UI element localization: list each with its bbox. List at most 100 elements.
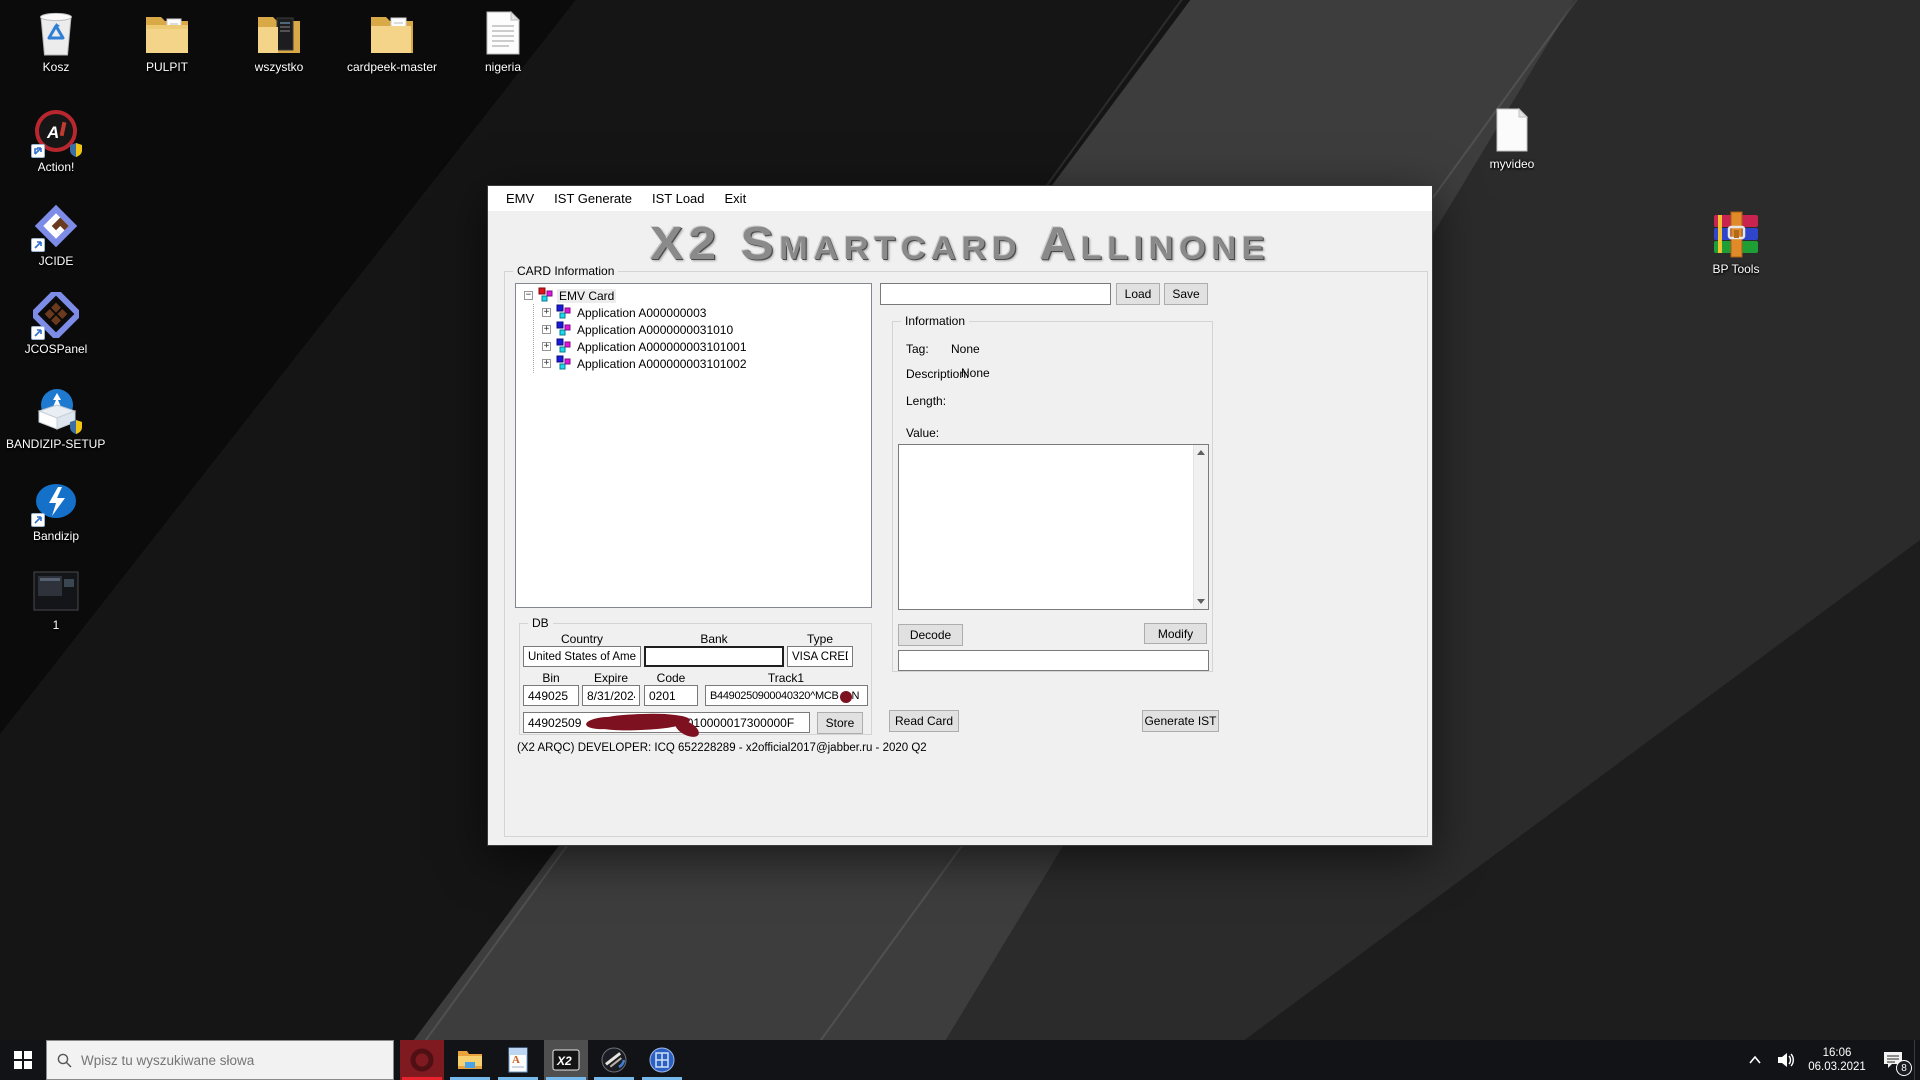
recycle-bin-icon [30,8,82,58]
save-button[interactable]: Save [1164,283,1208,305]
tree-node-label[interactable]: EMV Card [557,289,616,303]
desktop-icon-bandizip[interactable]: Bandizip [6,477,106,543]
type-label: Type [787,632,853,646]
menu-exit[interactable]: Exit [715,186,757,211]
desktop-icon-pulpit[interactable]: PULPIT [117,8,217,74]
expand-icon[interactable] [542,308,551,317]
information-group-label: Information [901,314,969,328]
desktop-icon-myvideo[interactable]: myvideo [1462,105,1562,171]
desktop-icon-label: BP Tools [1713,263,1760,276]
taskbar-clock[interactable]: 16:06 06.03.2021 [1802,1040,1872,1080]
expand-icon[interactable] [542,325,551,334]
desktop-icon-bp-tools[interactable]: BP Tools [1686,210,1786,276]
action-center-button[interactable]: 8 [1872,1040,1914,1080]
read-card-button[interactable]: Read Card [889,710,959,732]
taskbar-app-x2[interactable]: X2 [544,1040,588,1080]
desktop-icon-1[interactable]: 1 [6,566,106,632]
value-textarea[interactable] [898,444,1209,610]
desktop-icon-wszystko[interactable]: wszystko [229,8,329,74]
taskbar-app-blue-globe[interactable] [640,1040,684,1080]
menu-bar: EMV IST Generate IST Load Exit [488,186,1432,212]
application-node-icon [555,355,571,373]
app-title: X2 Smartcard Allinone [450,216,1470,270]
taskbar-app-opera-gx[interactable] [400,1040,444,1080]
pan-text-end: 42010000017300000F [673,716,794,730]
desktop-icon-jcide[interactable]: JCIDE [6,202,106,268]
scroll-down-icon[interactable] [1194,594,1208,609]
blank-file-icon [1486,105,1538,155]
generate-ist-button[interactable]: Generate IST [1142,710,1219,732]
tree-node-label[interactable]: Application A000000003101002 [575,357,749,371]
desktop-icon-label: JCIDE [39,255,74,268]
desktop-icon-label: wszystko [255,61,304,74]
start-button[interactable] [0,1040,46,1080]
x2-smartcard-window: EMV IST Generate IST Load Exit X2 Smartc… [487,185,1433,846]
country-input[interactable] [523,646,641,667]
menu-ist-load[interactable]: IST Load [642,186,715,211]
redaction-dot [840,691,852,703]
tree-node-application-1[interactable]: Application A000000003 [516,304,871,321]
db-group-label: DB [528,616,553,630]
document-a-icon: A [507,1047,529,1073]
tree-node-label[interactable]: Application A000000003101001 [575,340,749,354]
tray-expand-chevron[interactable] [1740,1040,1770,1080]
menu-ist-generate[interactable]: IST Generate [544,186,642,211]
svg-text:A: A [46,123,59,142]
notification-count-badge: 8 [1896,1060,1912,1076]
desktop-icon-jcospanel[interactable]: JCOSPanel [6,290,106,356]
svg-text:A: A [512,1054,520,1066]
collapse-icon[interactable] [524,291,533,300]
archive-books-icon [1710,210,1762,260]
store-button[interactable]: Store [817,712,863,734]
tree-node-emv-card[interactable]: EMV Card [516,287,871,304]
search-input[interactable] [81,1053,361,1068]
taskbar-app-dark-sphere[interactable] [592,1040,636,1080]
expand-icon[interactable] [542,359,551,368]
shortcut-arrow-badge [31,326,45,340]
expand-icon[interactable] [542,342,551,351]
text-document-icon [477,8,529,58]
shortcut-arrow-badge [31,238,45,252]
desktop-icon-label: Bandizip [33,530,79,543]
emv-card-tree[interactable]: EMV Card Application A000000003 [515,283,872,608]
desktop-icon-label: BANDIZIP-SETUP-... [6,438,106,451]
track1-field[interactable]: B4490250900040320^MCBN [705,685,868,706]
modify-value-input[interactable] [898,650,1209,671]
desktop-icon-nigeria[interactable]: nigeria [453,8,553,74]
value-scrollbar[interactable] [1193,445,1208,609]
tree-node-application-2[interactable]: Application A0000000031010 [516,321,871,338]
pan-field[interactable]: 44902509 42010000017300000F [523,712,810,733]
taskbar-search[interactable] [46,1040,394,1080]
taskbar-app-file-explorer[interactable] [448,1040,492,1080]
bin-input[interactable] [523,685,579,706]
desktop-icon-kosz[interactable]: Kosz [6,8,106,74]
tree-node-label[interactable]: Application A0000000031010 [575,323,735,337]
file-explorer-icon [457,1049,483,1071]
tray-volume[interactable] [1770,1040,1802,1080]
tree-node-application-4[interactable]: Application A000000003101002 [516,355,871,372]
tree-node-label[interactable]: Application A000000003 [575,306,708,320]
decode-button[interactable]: Decode [898,624,963,646]
desktop-icon-cardpeek-master[interactable]: cardpeek-master [342,8,442,74]
load-button[interactable]: Load [1116,283,1160,305]
tag-label: Tag: [906,342,929,356]
code-input[interactable] [644,685,698,706]
developer-status-text: (X2 ARQC) DEVELOPER: ICQ 652228289 - x2o… [517,742,927,754]
type-input[interactable] [787,646,853,667]
menu-emv[interactable]: EMV [496,186,544,211]
desktop-icon-bandizip-setup[interactable]: BANDIZIP-SETUP-... [6,385,106,451]
modify-button[interactable]: Modify [1144,623,1207,644]
folder-icon [366,8,418,58]
bank-input[interactable] [644,646,784,667]
taskbar-app-document-editor[interactable]: A [496,1040,540,1080]
bandizip-setup-icon [30,385,82,435]
show-desktop-strip[interactable] [1914,1040,1920,1080]
file-path-input[interactable] [880,283,1111,305]
tree-node-application-3[interactable]: Application A000000003101001 [516,338,871,355]
bandizip-app-icon [30,477,82,527]
desktop-icon-action[interactable]: A Action! [6,108,106,174]
expire-input[interactable] [582,685,640,706]
length-label: Length: [906,394,946,408]
application-node-icon [555,304,571,322]
scroll-up-icon[interactable] [1194,445,1208,460]
